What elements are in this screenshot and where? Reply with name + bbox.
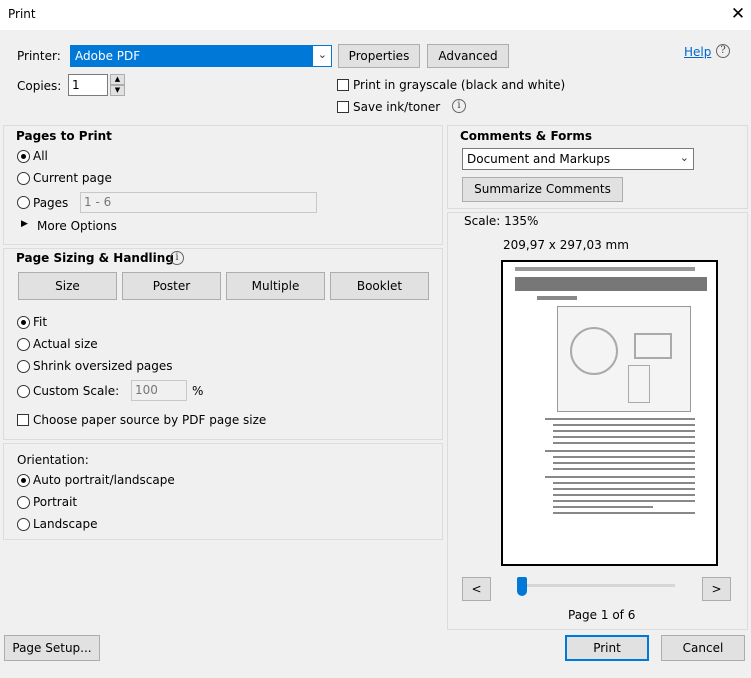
page-preview	[501, 260, 718, 566]
preview-dashboard-image	[557, 306, 691, 412]
preview-header-band	[515, 277, 707, 291]
copies-stepper[interactable]: ▲ ▼	[110, 74, 125, 96]
scale-label: Scale: 135%	[464, 214, 539, 228]
copies-down-icon[interactable]: ▼	[110, 85, 125, 96]
page-slider-track[interactable]	[520, 584, 675, 587]
close-icon[interactable]: ✕	[728, 4, 748, 24]
save-ink-label: Save ink/toner	[353, 100, 441, 114]
comments-forms-value: Document and Markups	[467, 152, 611, 166]
copies-input[interactable]: 1	[68, 74, 108, 96]
cancel-button[interactable]: Cancel	[661, 635, 745, 661]
printer-label: Printer:	[17, 49, 61, 63]
title-bar	[0, 0, 751, 30]
radio-landscape-label: Landscape	[33, 517, 98, 531]
more-options-label[interactable]: More Options	[37, 219, 117, 233]
radio-custom-scale[interactable]	[17, 385, 30, 398]
radio-pages-label: Pages	[33, 196, 69, 210]
radio-actual-size-label: Actual size	[33, 337, 98, 351]
printer-select-value: Adobe PDF	[75, 49, 141, 63]
radio-auto-orientation[interactable]	[17, 474, 30, 487]
info-icon[interactable]: i	[452, 99, 466, 113]
print-button[interactable]: Print	[565, 635, 649, 661]
preview-steering-wheel	[570, 327, 618, 375]
save-ink-checkbox[interactable]	[337, 101, 349, 113]
radio-portrait[interactable]	[17, 496, 30, 509]
paper-source-label: Choose paper source by PDF page size	[33, 413, 267, 427]
next-page-button[interactable]: >	[702, 577, 731, 601]
radio-landscape[interactable]	[17, 518, 30, 531]
size-tab-button[interactable]: Size	[18, 272, 117, 300]
radio-current-page[interactable]	[17, 172, 30, 185]
radio-pages[interactable]	[17, 196, 30, 209]
chevron-down-icon: ⌄	[679, 151, 689, 164]
chevron-down-icon: ⌄	[317, 48, 327, 61]
page-setup-button[interactable]: Page Setup...	[4, 635, 100, 661]
grayscale-checkbox[interactable]	[337, 79, 349, 91]
preview-console	[628, 365, 650, 403]
grayscale-label: Print in grayscale (black and white)	[353, 78, 566, 92]
page-slider-thumb[interactable]	[517, 577, 527, 596]
pages-to-print-header: Pages to Print	[16, 129, 112, 143]
page-sizing-header: Page Sizing & Handling	[16, 251, 174, 265]
printer-select[interactable]: Adobe PDF ⌄	[70, 45, 332, 67]
comments-forms-select[interactable]: Document and Markups ⌄	[462, 148, 694, 170]
advanced-button[interactable]: Advanced	[427, 44, 509, 68]
radio-auto-orientation-label: Auto portrait/landscape	[33, 473, 175, 487]
help-link[interactable]: Help	[684, 45, 711, 59]
preview-header-text	[515, 267, 695, 271]
page-indicator: Page 1 of 6	[568, 608, 636, 622]
radio-all[interactable]	[17, 150, 30, 163]
radio-actual-size[interactable]	[17, 338, 30, 351]
radio-current-page-label: Current page	[33, 171, 112, 185]
radio-fit-label: Fit	[33, 315, 48, 329]
help-icon[interactable]: ?	[716, 44, 730, 58]
radio-portrait-label: Portrait	[33, 495, 78, 509]
window-title: Print	[8, 7, 36, 21]
radio-fit[interactable]	[17, 316, 30, 329]
copies-label: Copies:	[17, 79, 62, 93]
preview-screen	[634, 333, 672, 359]
info-icon[interactable]: i	[170, 251, 184, 265]
percent-label: %	[192, 384, 204, 398]
expand-arrow-icon[interactable]: ▶	[21, 219, 28, 229]
preview-text-block	[545, 418, 695, 518]
poster-tab-button[interactable]: Poster	[122, 272, 221, 300]
orientation-header: Orientation:	[17, 453, 89, 467]
properties-button[interactable]: Properties	[338, 44, 420, 68]
page-dimensions-label: 209,97 x 297,03 mm	[503, 238, 629, 252]
radio-custom-scale-label: Custom Scale:	[33, 384, 120, 398]
radio-shrink-label: Shrink oversized pages	[33, 359, 173, 373]
paper-source-checkbox[interactable]	[17, 414, 29, 426]
radio-shrink[interactable]	[17, 360, 30, 373]
prev-page-button[interactable]: <	[462, 577, 491, 601]
radio-all-label: All	[33, 149, 48, 163]
summarize-comments-button[interactable]: Summarize Comments	[462, 177, 623, 202]
preview-subheading	[537, 296, 577, 300]
comments-forms-header: Comments & Forms	[460, 129, 592, 143]
custom-scale-input[interactable]: 100	[131, 380, 187, 401]
copies-up-icon[interactable]: ▲	[110, 74, 125, 85]
multiple-tab-button[interactable]: Multiple	[226, 272, 325, 300]
booklet-tab-button[interactable]: Booklet	[330, 272, 429, 300]
pages-range-input[interactable]: 1 - 6	[80, 192, 317, 213]
